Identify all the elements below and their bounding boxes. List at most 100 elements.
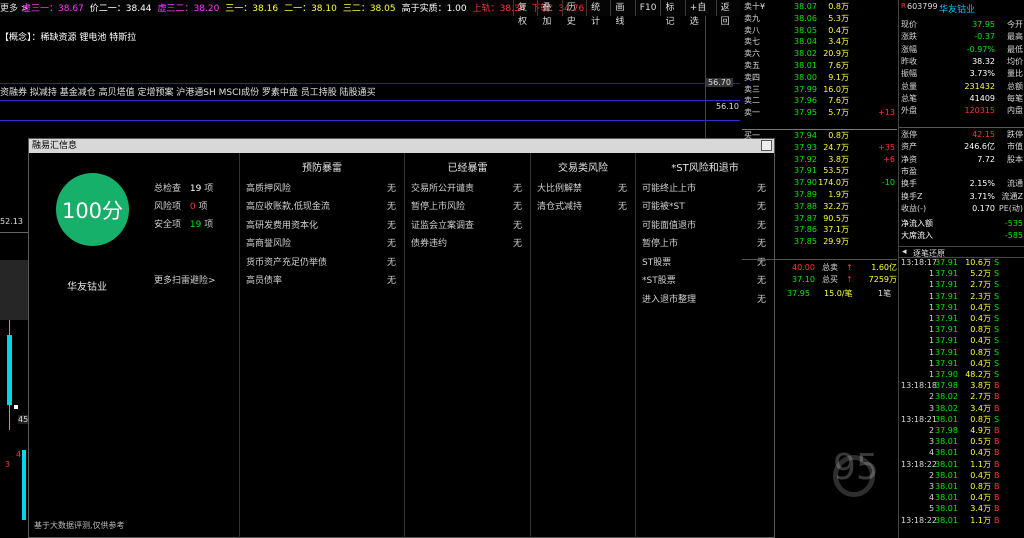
level-volume: 32.2万 — [823, 201, 849, 211]
risk-item[interactable]: 高员债率 无 — [240, 271, 404, 290]
ticks-header[interactable]: ◂ 逐笔还原 — [899, 246, 1024, 258]
stock-name[interactable]: 华友钴业 — [939, 2, 975, 15]
buy-level[interactable]: 37.90 174.0万 -10 — [742, 177, 897, 189]
toolbar-button[interactable]: 标记 — [660, 0, 684, 27]
tick-price: 38.01 — [935, 515, 958, 525]
sell-level[interactable]: 卖二 37.96 7.6万 — [742, 95, 897, 107]
dialog-title-bar[interactable]: 融易汇信息 — [29, 139, 774, 153]
tick-row: 2 37.98 4.9万 B — [901, 426, 1024, 437]
buy-level[interactable]: 37.89 1.9万 — [742, 189, 897, 201]
tick-amount: 3.8万 — [970, 381, 991, 391]
tick-amount: 0.4万 — [970, 493, 991, 503]
sell-level[interactable]: 卖一 37.95 5.7万 +13 — [742, 107, 897, 119]
more-scan-link[interactable]: 更多扫雷避险> — [154, 273, 216, 286]
toolbar-button[interactable]: +自选 — [684, 0, 716, 27]
risk-item-value: 无 — [617, 183, 627, 194]
tick-time: 4 — [929, 493, 935, 503]
quote-row: 昨收 38.32 均价 — [901, 56, 1024, 68]
ma-value: 虚三二：38.20 — [157, 4, 220, 14]
flow-row: 大席流入 -585 — [901, 230, 1024, 242]
sell-level[interactable]: 卖六 38.02 20.9万 — [742, 48, 897, 60]
risk-item[interactable]: 债券违约 无 — [405, 234, 530, 253]
tick-price: 37.91 — [935, 269, 958, 279]
risk-item-value: 无 — [386, 220, 396, 231]
tick-side: B — [994, 504, 1000, 514]
level-volume: 5.7万 — [828, 108, 849, 118]
level-volume: 29.9万 — [823, 237, 849, 247]
tick-amount: 0.5万 — [970, 437, 991, 447]
quote-label-2: 总额 — [1007, 81, 1023, 91]
tick-side: B — [994, 403, 1000, 413]
risk-item[interactable]: 交易所公开谴责 无 — [405, 178, 530, 197]
quote-row: 换手 2.15% 流通 — [901, 178, 1024, 190]
quote-label: 总笔 — [901, 93, 917, 103]
tick-price: 38.01 — [935, 448, 958, 458]
toolbar-button[interactable]: 返回 — [715, 0, 740, 27]
quote-label: 涨跌 — [901, 32, 917, 42]
tick-price: 37.90 — [935, 370, 958, 379]
concept-text[interactable]: 稀缺资源 锂电池 特斯拉 — [41, 30, 137, 43]
candle-strip: 3 4 45 — [0, 240, 29, 538]
level-label: 买一 — [744, 131, 760, 140]
indicator-bar: 更多 > 虚三一：38.67 价二一：38.44 虚三二：38.20 三一：38.16… — [0, 0, 740, 27]
risk-item[interactable]: 高质押风险 无 — [240, 178, 404, 197]
tick-side: S — [994, 336, 1000, 346]
buy-level[interactable]: 37.91 53.5万 — [742, 165, 897, 177]
risk-item[interactable]: 高应收账款,低现金流 无 — [240, 197, 404, 216]
sell-level[interactable]: 卖十¥ 38.07 0.8万 — [742, 1, 897, 13]
risk-item-name: *ST股票 — [642, 276, 676, 287]
risk-item[interactable]: 高研发费用资本化 无 — [240, 215, 404, 234]
sell-level[interactable]: 卖五 38.01 7.6万 — [742, 60, 897, 72]
toolbar-button[interactable]: 画线 — [610, 0, 634, 27]
tick-time: 3 — [929, 437, 935, 447]
quote-label-2: 流通 — [1007, 179, 1023, 189]
risk-item[interactable]: 大比例解禁 无 — [531, 178, 635, 197]
toolbar-button[interactable]: F10 — [634, 0, 661, 16]
buy-level[interactable]: 37.85 29.9万 — [742, 236, 897, 248]
tick-price: 38.02 — [935, 392, 958, 402]
risk-item[interactable]: 证监会立案调查 无 — [405, 215, 530, 234]
quote-panel: R 603799 华友钴业 现价 37.95 今开 涨跌 -0.37 最高 涨幅 -0.97%… — [898, 0, 1024, 538]
sell-level[interactable]: 卖七 38.04 3.4万 — [742, 36, 897, 48]
quote-label: 换手 — [901, 179, 917, 189]
tick-amount: 0.4万 — [970, 358, 991, 368]
quote-value: 7.72 — [977, 154, 995, 164]
buy-level[interactable]: 买一 37.94 0.8万 — [742, 130, 897, 142]
buy-level[interactable]: 37.86 37.1万 — [742, 224, 897, 236]
stat-value: 19 — [189, 220, 202, 230]
sell-level[interactable]: 卖三 37.99 16.0万 — [742, 84, 897, 96]
quote-label-2: 流通Z — [1001, 191, 1023, 201]
tick-time: 3 — [929, 482, 935, 491]
toolbar-button[interactable]: 复权 — [513, 0, 537, 27]
quote-label: 收益(-) — [901, 203, 927, 213]
sell-level[interactable]: 卖八 38.05 0.4万 — [742, 25, 897, 37]
level-change: -10 — [881, 178, 895, 188]
tick-row: 1 37.91 0.8万 S — [901, 325, 1024, 336]
buy-level[interactable]: 37.87 90.5万 — [742, 213, 897, 225]
tick-price: 38.01 — [935, 482, 958, 491]
risk-item[interactable]: 暂停上市风险 无 — [405, 197, 530, 216]
tick-amount: 3.4万 — [970, 504, 991, 514]
risk-item[interactable]: 清仓式减持 无 — [531, 197, 635, 216]
toolbar-button[interactable]: 历史 — [561, 0, 586, 27]
tick-row: 1 37.90 48.2万 S — [901, 370, 1024, 381]
risk-item-value: 无 — [386, 239, 396, 250]
risk-item-name: 进入退市整理 — [642, 294, 697, 305]
quote-label-2: 最高 — [1007, 32, 1023, 42]
quote-label-2: 股本 — [1007, 154, 1023, 164]
price-tag: 56.70 — [706, 78, 733, 87]
toolbar-button[interactable]: 统计 — [586, 0, 610, 27]
sell-level[interactable]: 卖九 38.06 5.3万 — [742, 13, 897, 25]
toolbar-button[interactable]: 叠加 — [537, 0, 561, 27]
sell-level[interactable]: 卖四 38.00 9.1万 — [742, 72, 897, 84]
tick-side: S — [994, 280, 1000, 290]
buy-level[interactable]: 37.88 32.2万 — [742, 201, 897, 213]
risk-item[interactable]: 高商誉风险 无 — [240, 234, 404, 253]
level-volume: 16.0万 — [823, 84, 849, 94]
stock-tags[interactable]: 资融券 拟减持 基金减仓 高贝塔值 定增预案 沪港通SH MSCI成份 罗素中盘… — [0, 85, 376, 98]
risk-item[interactable]: 货币资产充足仍举债 无 — [240, 252, 404, 271]
buy-level[interactable]: 37.92 3.8万 +6 — [742, 154, 897, 166]
buy-level[interactable]: 37.93 24.7万 +35 — [742, 142, 897, 154]
quote-label: 涨停 — [901, 130, 917, 139]
level-volume: 3.8万 — [828, 154, 849, 164]
